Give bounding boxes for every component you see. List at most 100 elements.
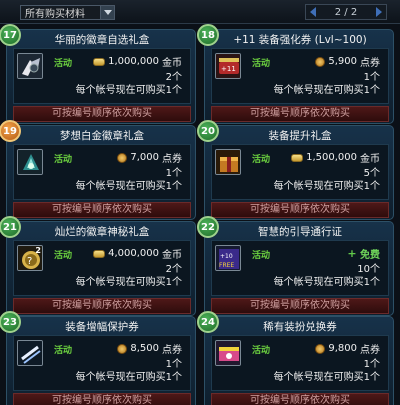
item-detail-panel: 活动 1,500,000 金币 5个 每个帐号现在可购买1个	[211, 144, 389, 200]
item-number-badge: 18	[197, 24, 219, 46]
currency-label: 点券	[360, 345, 380, 356]
mystery-badge-icon[interactable]: ? 2	[17, 245, 43, 271]
purchase-limit: 每个帐号现在可购买1个	[273, 372, 380, 383]
winged-badge-icon[interactable]	[17, 53, 43, 79]
buy-button[interactable]: 可按编号顺序依次购买	[13, 298, 191, 314]
price-value: 9,800	[328, 343, 357, 354]
item-title: 梦想白金徽章礼盒	[60, 130, 144, 142]
protection-ticket-icon[interactable]	[17, 340, 43, 366]
currency-label: 金币	[162, 58, 182, 69]
item-detail-panel: ? 2 活动 4,000,000 金币 2个 每个帐号现在可购买1个	[13, 240, 191, 296]
price-value: 5,900	[328, 56, 357, 67]
category-dropdown[interactable]: 所有购买材料	[20, 5, 115, 20]
buy-button[interactable]: 可按编号顺序依次购买	[211, 202, 389, 218]
arrow-left-icon	[310, 7, 316, 17]
currency-label: 点券	[162, 345, 182, 356]
svg-text:?: ?	[27, 256, 32, 267]
event-tag: 活动	[54, 346, 73, 356]
item-price: 1,000,000 金币	[93, 54, 182, 69]
shop-item-card[interactable]: 18 +11 装备强化券 (Lvl~100) +11 活动 5,900 点券 1个 每个帐号现…	[197, 24, 394, 124]
buy-button[interactable]: 可按编号顺序依次购买	[13, 393, 191, 405]
price-value: 1,000,000	[108, 56, 159, 67]
point-coin-icon	[315, 56, 326, 67]
item-price: 8,500 点券	[117, 341, 182, 356]
gold-coin-icon	[291, 153, 304, 162]
item-stack-count: 2	[35, 246, 41, 255]
arrow-right-icon	[375, 7, 382, 17]
prev-page-button[interactable]	[306, 5, 320, 19]
item-detail-panel: +10 FREE 活动 + 免费 10个 每个帐号现在可购买1个	[211, 240, 389, 296]
purchase-limit: 每个帐号现在可购买1个	[75, 85, 182, 96]
event-tag: 活动	[54, 59, 73, 69]
currency-label: 点券	[162, 154, 182, 165]
event-tag: 活动	[252, 251, 271, 261]
buy-button[interactable]: 可按编号顺序依次购买	[211, 298, 389, 314]
upgrade-box-icon[interactable]	[215, 149, 241, 175]
item-number-badge: 17	[0, 24, 21, 46]
event-tag: 活动	[54, 155, 73, 165]
currency-label: 点券	[360, 58, 380, 69]
purchase-limit: 每个帐号现在可购买1个	[273, 181, 380, 192]
shop-item-card[interactable]: 22 智慧的引导通行证 +10 FREE 活动 + 免费 10个 每个帐号现在可购买1个 可按编号…	[197, 216, 394, 316]
point-coin-icon	[315, 343, 326, 354]
item-price: 5,900 点券	[315, 54, 380, 69]
event-tag: 活动	[54, 251, 73, 261]
item-number-badge: 24	[197, 311, 219, 333]
event-tag: 活动	[252, 346, 271, 356]
item-price: + 免费	[347, 246, 380, 261]
price-value: 8,500	[130, 343, 159, 354]
point-coin-icon	[117, 343, 128, 354]
enhance-ticket-icon[interactable]: +11	[215, 53, 241, 79]
buy-button[interactable]: 可按编号顺序依次购买	[13, 106, 191, 122]
free-plus-icon: +	[347, 247, 357, 260]
purchase-limit: 每个帐号现在可购买1个	[75, 372, 182, 383]
event-tag: 活动	[252, 155, 271, 165]
event-tag: 活动	[252, 59, 271, 69]
item-detail-panel: +11 活动 5,900 点券 1个 每个帐号现在可购买1个	[211, 48, 389, 104]
shop-item-card[interactable]: 17 华丽的徽章自选礼盒 活动 1,000,000 金币 2个 每个帐号现在可购买1个 可按编…	[0, 24, 196, 124]
shop-item-card[interactable]: 20 装备提升礼盒 活动 1,500,000 金币 5个 每个帐号现在可购买1个 可按编号顺序…	[197, 120, 394, 220]
price-value: 1,500,000	[306, 152, 357, 163]
item-title: 稀有装扮兑换券	[263, 321, 337, 333]
item-detail-panel: 活动 8,500 点券 1个 每个帐号现在可购买1个	[13, 335, 191, 391]
currency-label: 金币	[162, 250, 182, 261]
item-title: 装备增幅保护券	[65, 321, 139, 333]
purchase-limit: 每个帐号现在可购买1个	[273, 85, 380, 96]
item-title: 智慧的引导通行证	[258, 226, 342, 238]
gold-coin-icon	[93, 57, 106, 66]
gold-coin-icon	[93, 249, 106, 258]
buy-button[interactable]: 可按编号顺序依次购买	[13, 202, 191, 218]
item-title: 装备提升礼盒	[268, 130, 332, 142]
item-number-badge: 22	[197, 216, 219, 238]
item-price: 7,000 点券	[117, 150, 182, 165]
item-number-badge: 23	[0, 311, 21, 333]
item-number-badge: 19	[0, 120, 21, 142]
item-number-badge: 20	[197, 120, 219, 142]
shop-item-card[interactable]: 19 梦想白金徽章礼盒 活动 7,000 点券 1个 每个帐号现在可购买1个 可按编号顺序依次…	[0, 120, 196, 220]
item-detail-panel: 活动 1,000,000 金币 2个 每个帐号现在可购买1个	[13, 48, 191, 104]
buy-button[interactable]: 可按编号顺序依次购买	[211, 393, 389, 405]
shop-item-card[interactable]: 23 装备增幅保护券 活动 8,500 点券 1个 每个帐号现在可购买1个 可按编号顺序依次购…	[0, 311, 196, 405]
shop-item-card[interactable]: 21 灿烂的徽章神秘礼盒? 2 活动 4,000,000 金币 2个 每个帐号现在可购买1个可…	[0, 216, 196, 316]
price-value: 免费	[360, 250, 380, 261]
free-pass-icon[interactable]: +10 FREE	[215, 245, 241, 271]
item-number-badge: 21	[0, 216, 21, 238]
shop-toolbar: 所有购买材料 2 / 2	[0, 0, 400, 24]
item-price: 1,500,000 金币	[291, 150, 380, 165]
purchase-limit: 每个帐号现在可购买1个	[75, 277, 182, 288]
platinum-badge-icon[interactable]	[17, 149, 43, 175]
category-dropdown-label: 所有购买材料	[25, 9, 85, 20]
item-title: +11 装备强化券 (Lvl~100)	[233, 34, 367, 46]
chevron-down-icon[interactable]	[100, 6, 114, 19]
item-title: 华丽的徽章自选礼盒	[54, 34, 150, 46]
next-page-button[interactable]	[372, 5, 386, 19]
svg-text:+10: +10	[220, 253, 233, 260]
avatar-voucher-icon[interactable]	[215, 340, 241, 366]
point-coin-icon	[117, 152, 128, 163]
purchase-limit: 每个帐号现在可购买1个	[273, 277, 380, 288]
item-detail-panel: 活动 9,800 点券 1个 每个帐号现在可购买1个	[211, 335, 389, 391]
price-value: 7,000	[130, 152, 159, 163]
buy-button[interactable]: 可按编号顺序依次购买	[211, 106, 389, 122]
svg-text:FREE: FREE	[219, 262, 234, 269]
shop-item-card[interactable]: 24 稀有装扮兑换券 活动 9,800 点券 1个 每个帐号现在可购买1个 可按编号顺序依次购…	[197, 311, 394, 405]
